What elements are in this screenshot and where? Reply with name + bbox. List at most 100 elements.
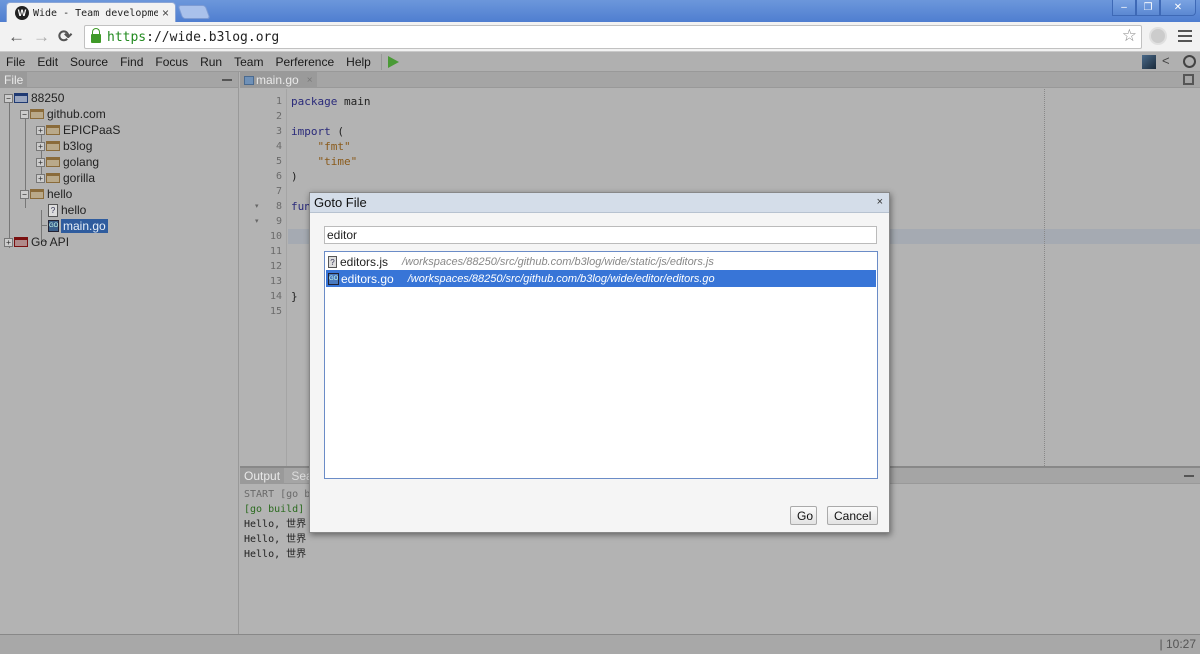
user-avatar[interactable] bbox=[1142, 55, 1156, 69]
tree-node-label: hello bbox=[61, 203, 87, 217]
tree-node-gorilla[interactable]: + gorilla bbox=[36, 170, 95, 186]
result-path: /workspaces/88250/src/github.com/b3log/w… bbox=[407, 272, 715, 285]
code-line: "fmt" bbox=[291, 140, 351, 153]
menu-run[interactable]: Run bbox=[194, 52, 228, 72]
go-button[interactable]: Go bbox=[790, 506, 817, 525]
tree-node-golang[interactable]: + golang bbox=[36, 154, 99, 170]
result-name: editors.go bbox=[341, 271, 394, 286]
menu-help[interactable]: Help bbox=[340, 52, 377, 72]
tree-node-label: b3log bbox=[63, 139, 93, 153]
url-text: https://wide.b3log.org bbox=[107, 30, 279, 45]
tree-node-go-api[interactable]: + Go API bbox=[4, 234, 69, 250]
tree-node-main-go[interactable]: GO main.go bbox=[48, 218, 108, 234]
expand-toggle[interactable]: + bbox=[36, 141, 45, 151]
wide-logo-icon: W bbox=[15, 6, 29, 20]
minimize-panel-icon[interactable] bbox=[222, 79, 232, 81]
dialog-title: Goto File bbox=[314, 195, 367, 210]
keyword: package bbox=[291, 95, 338, 108]
file-tree: − 88250 − github.com + EPICPaaS + b3log … bbox=[0, 88, 238, 249]
browser-menu-icon[interactable] bbox=[1178, 30, 1192, 45]
share-icon[interactable]: < bbox=[1162, 53, 1170, 68]
tree-node-88250[interactable]: − 88250 bbox=[4, 90, 64, 106]
menu-focus[interactable]: Focus bbox=[149, 52, 194, 72]
go-file-icon: GO bbox=[328, 272, 339, 285]
tree-node-label: golang bbox=[63, 155, 100, 169]
code-line: "time" bbox=[291, 155, 358, 168]
menu-file[interactable]: File bbox=[0, 52, 31, 72]
browser-toolbar: ← → ⟳ https://wide.b3log.org ☆ bbox=[0, 22, 1200, 52]
forward-arrow-icon[interactable]: → bbox=[33, 27, 50, 47]
expand-toggle[interactable]: + bbox=[36, 173, 45, 183]
tree-node-label: gorilla bbox=[63, 171, 96, 185]
menu-team[interactable]: Team bbox=[228, 52, 269, 72]
tree-node-b3log[interactable]: + b3log bbox=[36, 138, 92, 154]
tree-node-github[interactable]: − github.com bbox=[20, 106, 106, 122]
tab-output[interactable]: Output bbox=[240, 468, 285, 484]
github-icon[interactable] bbox=[1183, 55, 1196, 68]
print-margin bbox=[1044, 89, 1045, 466]
tree-node-hello-file[interactable]: ? hello bbox=[48, 202, 86, 218]
close-tab-icon[interactable]: × bbox=[307, 75, 313, 86]
result-path: /workspaces/88250/src/github.com/b3log/w… bbox=[402, 255, 714, 268]
folder-icon bbox=[46, 125, 60, 135]
tree-node-label: main.go bbox=[61, 219, 108, 233]
line-number: 2 bbox=[275, 111, 282, 122]
folder-icon bbox=[46, 157, 60, 167]
window-close-button[interactable]: ✕ bbox=[1160, 0, 1196, 16]
code-line: fun bbox=[291, 200, 311, 213]
collapse-toggle[interactable]: − bbox=[4, 93, 13, 103]
status-clock: | 10:27 bbox=[1159, 637, 1196, 651]
folder-icon bbox=[30, 189, 44, 199]
menubar: File Edit Source Find Focus Run Team Per… bbox=[0, 52, 1200, 72]
menu-perference[interactable]: Perference bbox=[269, 52, 340, 72]
tab-close-icon[interactable]: × bbox=[162, 6, 169, 20]
menu-edit[interactable]: Edit bbox=[31, 52, 64, 72]
tree-node-epicpaas[interactable]: + EPICPaaS bbox=[36, 122, 120, 138]
restore-button[interactable]: ❐ bbox=[1136, 0, 1160, 16]
dialog-close-icon[interactable]: × bbox=[877, 196, 883, 208]
expand-toggle[interactable]: + bbox=[4, 237, 13, 247]
run-play-icon[interactable] bbox=[387, 55, 399, 68]
line-number: 11 bbox=[269, 246, 282, 257]
tree-node-label: Go API bbox=[31, 235, 70, 249]
back-arrow-icon[interactable]: ← bbox=[8, 27, 25, 47]
goto-file-search-input[interactable] bbox=[324, 226, 877, 244]
line-number: 13 bbox=[269, 276, 282, 287]
unknown-file-icon: ? bbox=[48, 203, 58, 217]
expand-toggle[interactable]: + bbox=[36, 125, 45, 135]
new-tab-button[interactable] bbox=[177, 5, 211, 19]
browser-tab[interactable]: W Wide - Team development × bbox=[6, 2, 176, 23]
editor-tab-main-go[interactable]: main.go × bbox=[240, 72, 317, 88]
menu-find[interactable]: Find bbox=[114, 52, 149, 72]
expand-toggle[interactable]: + bbox=[36, 157, 45, 167]
lock-icon bbox=[91, 28, 101, 43]
minimize-panel-icon[interactable] bbox=[1184, 475, 1194, 477]
bookmark-star-icon[interactable]: ☆ bbox=[1122, 26, 1137, 46]
folder-icon bbox=[30, 109, 44, 119]
tree-node-hello-folder[interactable]: − hello bbox=[20, 186, 72, 202]
output-line: Hello, 世界 bbox=[244, 534, 307, 545]
cancel-button[interactable]: Cancel bbox=[827, 506, 878, 525]
menu-source[interactable]: Source bbox=[64, 52, 114, 72]
address-bar[interactable]: https://wide.b3log.org ☆ bbox=[84, 25, 1142, 49]
goto-file-dialog: Goto File × ? editors.js /workspaces/882… bbox=[309, 192, 890, 533]
folder-icon bbox=[46, 141, 60, 151]
minimize-button[interactable]: – bbox=[1112, 0, 1136, 16]
folder-icon bbox=[46, 173, 60, 183]
goto-file-results: ? editors.js /workspaces/88250/src/githu… bbox=[324, 251, 878, 479]
extension-icon[interactable] bbox=[1149, 27, 1167, 45]
fold-marker-icon[interactable]: ▾ bbox=[255, 217, 259, 225]
file-panel-tab[interactable]: File bbox=[0, 72, 28, 88]
collapse-toggle[interactable]: − bbox=[20, 189, 29, 199]
reload-icon[interactable]: ⟳ bbox=[58, 27, 72, 47]
line-number: 10 bbox=[269, 231, 282, 242]
fold-marker-icon[interactable]: ▾ bbox=[255, 202, 259, 210]
line-number: 8 bbox=[275, 201, 282, 212]
fullscreen-icon[interactable] bbox=[1183, 74, 1194, 85]
line-number: 5 bbox=[275, 156, 282, 167]
unknown-file-icon: ? bbox=[328, 255, 337, 268]
window-controls: – ❐ ✕ bbox=[1112, 0, 1196, 16]
collapse-toggle[interactable]: − bbox=[20, 109, 29, 119]
result-item[interactable]: ? editors.js /workspaces/88250/src/githu… bbox=[326, 253, 876, 270]
result-item-selected[interactable]: GO editors.go /workspaces/88250/src/gith… bbox=[326, 270, 876, 287]
